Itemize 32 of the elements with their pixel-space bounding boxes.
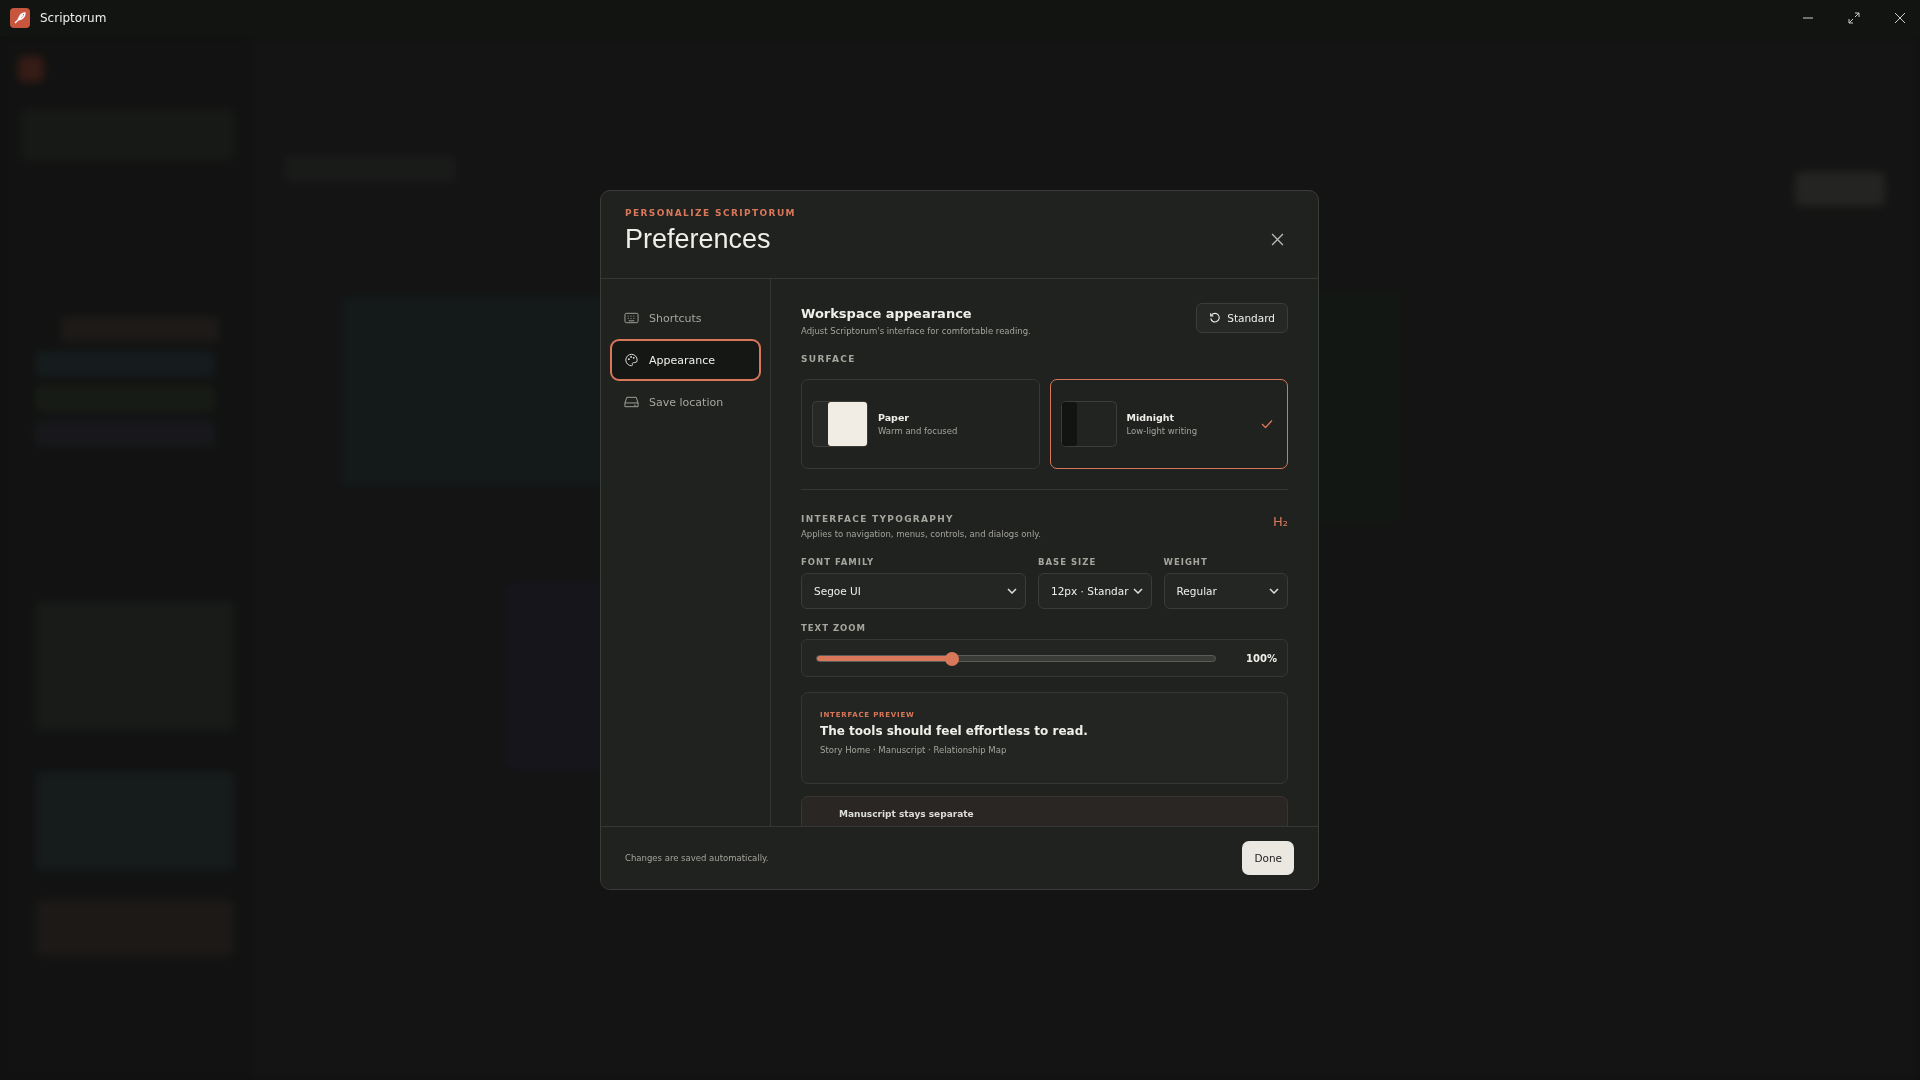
footer-note: Changes are saved automatically. [625,853,769,863]
section-title: Workspace appearance [801,306,973,321]
surface-option[interactable]: Midnight Low-light writing [1049,379,1288,469]
dropdown-field[interactable]: Regular [1163,573,1288,609]
section-label: INTERFACE TYPOGRAPHY [801,514,955,524]
preview-title: The tools should feel effortless to read. [820,724,1089,738]
section-subtitle: Adjust Scriptorum's interface for comfortable reading. [801,326,1031,336]
surface-description: Warm and focused [878,426,959,436]
field-label: FONT FAMILY [801,557,876,567]
reset-button[interactable]: Standard [1196,303,1288,333]
done-button[interactable]: Done [1242,841,1294,875]
zoom-reading: 100% [1246,652,1277,664]
preview-breadcrumb: Story Home · Manuscript · Relationship Map [820,745,1008,755]
dialog-eyebrow: PERSONALIZE SCRIPTORUM [625,208,796,218]
surface-option[interactable]: Paper Warm and focused [801,379,1040,469]
card-title: Manuscript stays separate [839,809,975,819]
field-label: BASE SIZE [1038,557,1098,567]
dropdown-field[interactable]: 12px · Standar [1038,573,1152,609]
nav-item[interactable]: Save location [610,387,761,417]
field-label: TEXT ZOOM [801,623,867,633]
nav-item[interactable]: Shortcuts [610,303,761,333]
section-label: SURFACE [801,354,857,364]
surface-name: Midnight [1126,412,1176,423]
surface-description: Low-light writing [1126,426,1199,436]
field-label: WEIGHT [1163,557,1209,567]
surface-name: Paper [878,412,911,423]
dropdown-field[interactable]: Segoe UI [801,573,1026,609]
section-subtitle: Applies to navigation, menus, controls, and dialogs only. [801,529,1041,539]
window-title: Scriptorum [40,11,107,25]
dialog-title: Preferences [625,224,772,255]
nav-item[interactable]: Appearance [610,339,761,381]
heading-icon: H₂ [1273,514,1288,529]
